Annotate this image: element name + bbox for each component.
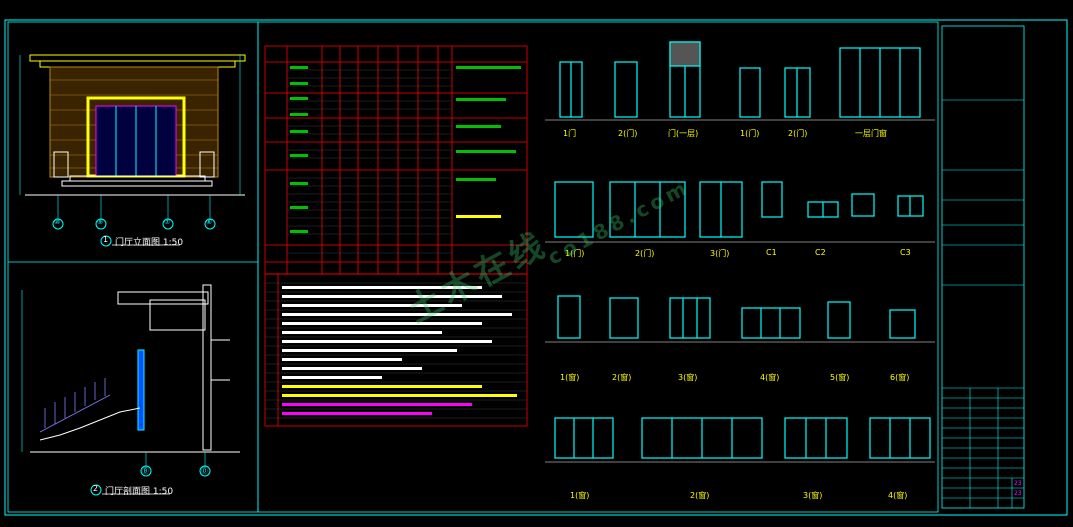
window-caption: 6(窗) xyxy=(890,373,910,382)
window-caption: 3(窗) xyxy=(803,491,823,500)
center-frame xyxy=(257,21,939,513)
title-block xyxy=(941,25,1025,509)
sheet-number: 23 xyxy=(1014,480,1022,487)
section-drawing xyxy=(21,284,240,496)
elevation-number: 1 xyxy=(103,235,109,244)
window-caption: 4(窗) xyxy=(888,491,908,500)
window-caption: C1 xyxy=(766,248,777,257)
title-block-rows xyxy=(942,99,1024,508)
window-caption: C3 xyxy=(900,248,911,257)
window-caption: 4(窗) xyxy=(760,373,780,382)
axis-label-10: ⑩ xyxy=(54,218,61,226)
axis-label-7: ⑦ xyxy=(164,218,171,226)
section-title: 门厅剖面图 1:50 xyxy=(105,487,174,497)
window-caption: 1(窗) xyxy=(560,373,580,382)
window-caption: 1(窗) xyxy=(570,491,590,500)
door-caption: 2(门) xyxy=(788,129,808,138)
axis-label-9: ⑨ xyxy=(97,218,104,226)
sheet-total: 23 xyxy=(1014,490,1022,497)
axis-label-b: Ⓑ xyxy=(142,467,149,475)
door-caption: 2(门) xyxy=(635,249,655,258)
window-caption: 2(窗) xyxy=(690,491,710,500)
section-number: 2 xyxy=(93,484,99,493)
window-caption: 3(窗) xyxy=(678,373,698,382)
door-caption: 1(门) xyxy=(740,129,760,138)
door-caption: 2(门) xyxy=(618,129,638,138)
axis-label-6: ⑥ xyxy=(206,218,213,226)
axis-label-d: Ⓓ xyxy=(201,467,208,475)
door-caption: 一层门窗 xyxy=(855,129,887,138)
door-caption: 1门 xyxy=(563,129,577,138)
door-caption: 门(一层) xyxy=(668,129,699,138)
window-caption: 5(窗) xyxy=(830,373,850,382)
window-caption: C2 xyxy=(815,248,826,257)
window-caption: 2(窗) xyxy=(612,373,632,382)
elevation-title: 门厅立面图 1:50 xyxy=(115,238,184,248)
door-caption: 3(门) xyxy=(710,249,730,258)
door-window-elevations xyxy=(554,41,931,459)
ground-lines xyxy=(545,119,935,463)
